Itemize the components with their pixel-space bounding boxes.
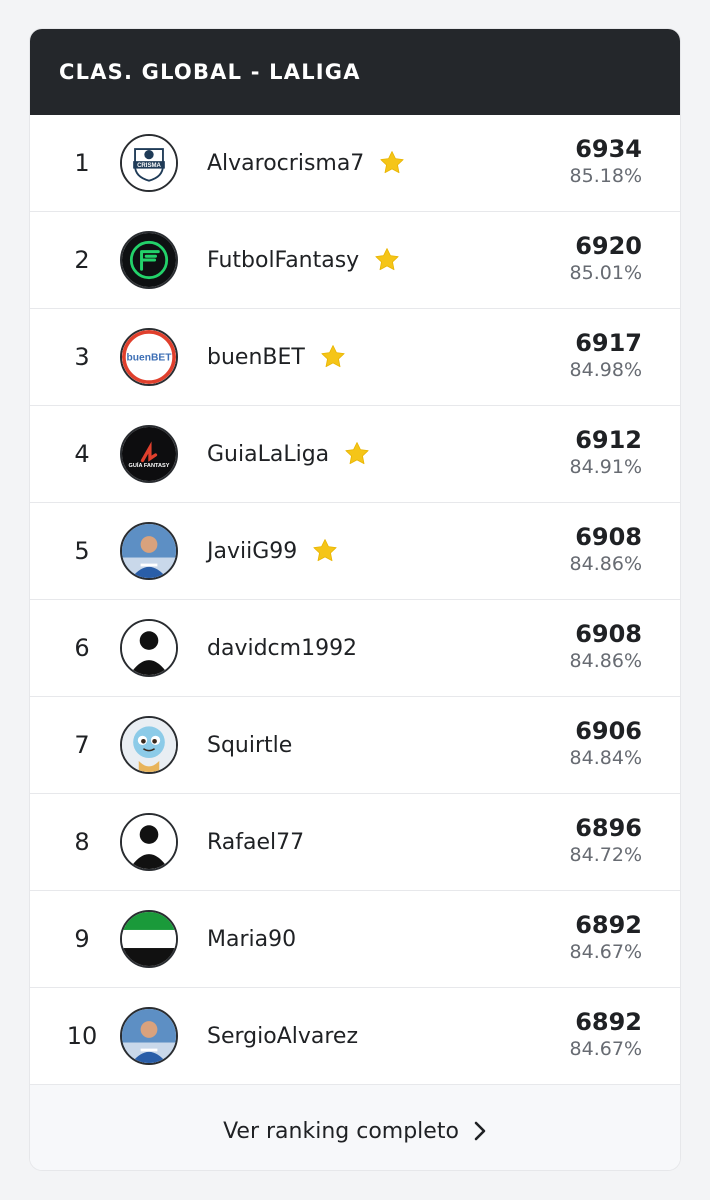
ranking-list: 1 CRISMA Alvarocrisma7 6934 85.18% 2 FutbolFan… (30, 115, 680, 1085)
user-avatar[interactable]: buenBET (120, 328, 178, 386)
score-block: 6920 85.01% (570, 232, 642, 286)
points-value: 6934 (575, 135, 642, 163)
score-block: 6912 84.91% (570, 426, 642, 480)
star-icon (319, 343, 347, 371)
percent-value: 84.67% (569, 941, 642, 963)
user-name[interactable]: Alvarocrisma7 (207, 151, 364, 176)
user-name[interactable]: FutbolFantasy (207, 248, 359, 273)
user-avatar[interactable] (120, 231, 178, 289)
ranking-row[interactable]: 7 Squirtle 6906 84.84% (30, 697, 680, 794)
ranking-row[interactable]: 5 JaviiG99 6908 84.86% (30, 503, 680, 600)
ranking-row[interactable]: 10 SergioAlvarez 6892 84.67% (30, 988, 680, 1085)
rank-number: 1 (74, 149, 90, 177)
score-block: 6908 84.86% (570, 523, 642, 577)
ranking-card: CLAS. GLOBAL - LALIGA 1 CRISMA Alvarocrism… (30, 29, 680, 1170)
user-name[interactable]: Squirtle (207, 733, 292, 758)
svg-text:buenBET: buenBET (127, 353, 173, 364)
user-name[interactable]: Maria90 (207, 927, 296, 952)
rank-number: 2 (74, 246, 90, 274)
user-name[interactable]: davidcm1992 (207, 636, 357, 661)
percent-value: 84.86% (569, 553, 642, 575)
score-block: 6906 84.84% (570, 717, 642, 771)
ranking-header: CLAS. GLOBAL - LALIGA (30, 29, 680, 115)
percent-value: 84.72% (569, 844, 642, 866)
user-avatar[interactable]: GUÍA FANTASY (120, 425, 178, 483)
svg-text:GUÍA FANTASY: GUÍA FANTASY (129, 461, 170, 469)
points-value: 6920 (575, 232, 642, 260)
user-name[interactable]: GuiaLaLiga (207, 442, 329, 467)
percent-value: 84.91% (569, 456, 642, 478)
view-full-ranking-link[interactable]: Ver ranking completo (223, 1119, 487, 1144)
score-block: 6934 85.18% (570, 135, 642, 189)
star-icon (378, 149, 406, 177)
rank-number: 5 (74, 537, 90, 565)
points-value: 6908 (575, 523, 642, 551)
user-name[interactable]: SergioAlvarez (207, 1024, 358, 1049)
percent-value: 84.84% (569, 747, 642, 769)
score-block: 6908 84.86% (570, 620, 642, 674)
points-value: 6892 (575, 911, 642, 939)
score-block: 6896 84.72% (570, 814, 642, 868)
score-block: 6917 84.98% (570, 329, 642, 383)
ranking-footer: Ver ranking completo (30, 1085, 680, 1170)
user-avatar[interactable] (120, 910, 178, 968)
points-value: 6912 (575, 426, 642, 454)
rank-number: 8 (74, 828, 90, 856)
star-icon (343, 440, 371, 468)
points-value: 6908 (575, 620, 642, 648)
rank-number: 4 (74, 440, 90, 468)
rank-number: 3 (74, 343, 90, 371)
ranking-row[interactable]: 9 Maria90 6892 84.67% (30, 891, 680, 988)
ranking-row[interactable]: 6 davidcm1992 6908 84.86% (30, 600, 680, 697)
points-value: 6917 (575, 329, 642, 357)
ranking-title: CLAS. GLOBAL - LALIGA (59, 60, 361, 84)
user-name[interactable]: buenBET (207, 345, 305, 370)
score-block: 6892 84.67% (570, 911, 642, 965)
user-avatar[interactable] (120, 716, 178, 774)
chevron-right-icon (474, 1121, 486, 1141)
user-name[interactable]: JaviiG99 (207, 539, 297, 564)
percent-value: 85.18% (569, 165, 642, 187)
user-avatar[interactable]: CRISMA (120, 134, 178, 192)
ranking-row[interactable]: 3 buenBET buenBET 6917 84.98% (30, 309, 680, 406)
svg-text:CRISMA: CRISMA (137, 163, 161, 169)
points-value: 6892 (575, 1008, 642, 1036)
view-full-ranking-label: Ver ranking completo (223, 1118, 459, 1144)
percent-value: 84.98% (569, 359, 642, 381)
ranking-row[interactable]: 8 Rafael77 6896 84.72% (30, 794, 680, 891)
user-avatar[interactable] (120, 522, 178, 580)
percent-value: 84.67% (569, 1038, 642, 1060)
user-avatar[interactable] (120, 619, 178, 677)
rank-number: 10 (66, 1022, 98, 1050)
rank-number: 7 (74, 731, 90, 759)
ranking-row[interactable]: 1 CRISMA Alvarocrisma7 6934 85.18% (30, 115, 680, 212)
rank-number: 6 (74, 634, 90, 662)
percent-value: 85.01% (569, 262, 642, 284)
ranking-row[interactable]: 2 FutbolFantasy 6920 85.01% (30, 212, 680, 309)
ranking-row[interactable]: 4 GUÍA FANTASY GuiaLaLiga 6912 84.91% (30, 406, 680, 503)
star-icon (311, 537, 339, 565)
points-value: 6906 (575, 717, 642, 745)
user-avatar[interactable] (120, 813, 178, 871)
points-value: 6896 (575, 814, 642, 842)
user-avatar[interactable] (120, 1007, 178, 1065)
rank-number: 9 (74, 925, 90, 953)
score-block: 6892 84.67% (570, 1008, 642, 1062)
percent-value: 84.86% (569, 650, 642, 672)
star-icon (373, 246, 401, 274)
user-name[interactable]: Rafael77 (207, 830, 304, 855)
